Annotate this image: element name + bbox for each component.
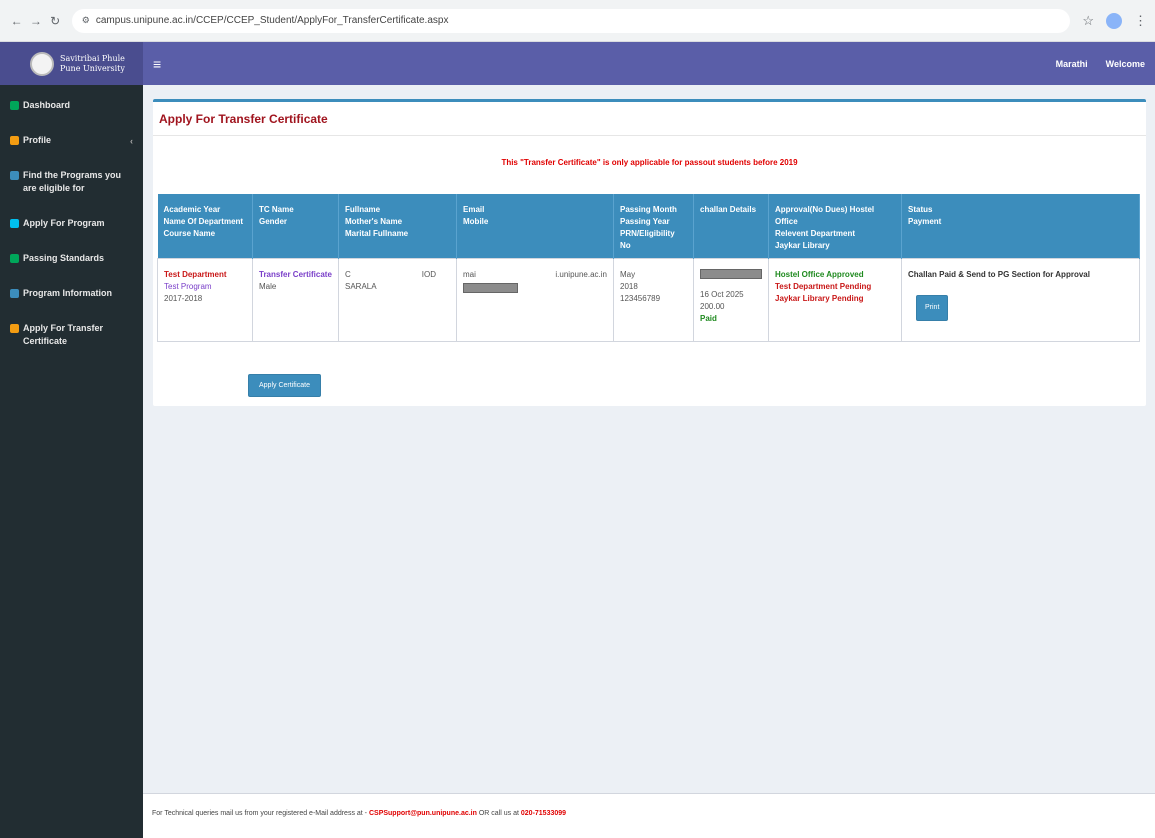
- student-fullname: C IOD: [345, 269, 450, 281]
- forward-icon[interactable]: →: [27, 12, 44, 30]
- back-icon[interactable]: ←: [8, 12, 25, 30]
- sidebar-item-apply-program[interactable]: Apply For Program: [0, 211, 143, 236]
- bookmark-star-icon[interactable]: ☆: [1082, 13, 1094, 29]
- passing-year: 2018: [620, 281, 638, 291]
- marathi-link[interactable]: Marathi: [1056, 59, 1088, 69]
- fullname-start: C: [345, 269, 351, 279]
- academic-year: 2017-2018: [164, 293, 203, 303]
- fullname-end: IOD: [421, 269, 436, 279]
- reload-icon[interactable]: ↻: [47, 12, 64, 30]
- dashboard-icon: [10, 101, 19, 110]
- sidebar-item-label: Find the Programs you are eligible for: [23, 170, 122, 193]
- card-divider: [153, 135, 1146, 136]
- eligibility-notice: This "Transfer Certificate" is only appl…: [501, 158, 798, 167]
- university-logo[interactable]: Savitribai Phule Pune University: [0, 42, 143, 85]
- sidebar-item-passing-standards[interactable]: Passing Standards: [0, 246, 143, 271]
- table-row: Test Department Test Program 2017-2018 T…: [157, 257, 1140, 342]
- profile-avatar-icon[interactable]: [1106, 12, 1122, 29]
- support-phone: 020-71533099: [520, 810, 567, 817]
- col-academic: Academic Year Name Of Department Course …: [157, 194, 253, 258]
- university-seal-icon: [30, 51, 54, 76]
- cell-tc-name: Transfer Certificate Male: [252, 257, 339, 342]
- col-challan: challan Details: [693, 194, 769, 258]
- challan-date: 16 Oct 2025: [700, 289, 744, 299]
- student-email: mai i.unipune.ac.in: [463, 269, 607, 281]
- sidebar-item-label: Passing Standards: [23, 253, 105, 263]
- edit-icon: [10, 171, 19, 180]
- footer: For Technical queries mail us from your …: [143, 793, 1155, 838]
- url-text: campus.unipune.ac.in/CCEP/CCEP_Student/A…: [95, 15, 449, 26]
- cell-email: mai i.unipune.ac.in: [456, 257, 614, 342]
- col-email: Email Mobile: [456, 194, 614, 258]
- tc-name: Transfer Certificate: [259, 269, 332, 279]
- col-approval: Approval(No Dues) Hostel Office Relevent…: [768, 194, 902, 258]
- profile-icon: [10, 136, 19, 145]
- sidebar-item-transfer-certificate[interactable]: Apply For Transfer Certificate: [0, 316, 143, 354]
- library-status: Jaykar Library Pending: [775, 293, 864, 303]
- hamburger-menu-icon[interactable]: ≡: [153, 56, 161, 72]
- support-email-link[interactable]: CSPSupport@pun.unipune.ac.in: [369, 810, 477, 817]
- sidebar-item-label: Apply For Transfer Certificate: [23, 323, 104, 346]
- footer-text: For Technical queries mail us from your …: [152, 810, 368, 817]
- sidebar-item-label: Dashboard: [23, 100, 71, 110]
- hostel-status: Hostel Office Approved: [775, 269, 864, 279]
- email-start: mai: [463, 269, 476, 279]
- col-tc-name: TC Name Gender: [252, 194, 339, 258]
- col-passing: Passing Month Passing Year PRN/Eligibili…: [613, 194, 694, 258]
- gender: Male: [259, 281, 277, 291]
- standards-icon: [10, 254, 19, 263]
- cell-passing: May 2018 123456789: [613, 257, 694, 342]
- chevron-left-icon: ‹: [130, 136, 133, 146]
- redacted-challan-number: [700, 268, 762, 279]
- sidebar: Dashboard Profile ‹ Find the Programs yo…: [0, 85, 143, 838]
- certificate-table: Academic Year Name Of Department Course …: [157, 194, 1140, 342]
- sidebar-item-label: Program Information: [23, 288, 113, 298]
- mother-name: SARALA: [345, 281, 377, 291]
- cell-fullname: C IOD SARALA: [338, 257, 457, 342]
- department-name: Test Department: [164, 269, 227, 279]
- sidebar-item-profile[interactable]: Profile ‹: [0, 128, 143, 153]
- address-bar[interactable]: ⚙ campus.unipune.ac.in/CCEP/CCEP_Student…: [71, 8, 1071, 33]
- welcome-link[interactable]: Welcome: [1106, 59, 1145, 69]
- apply-icon: [10, 219, 19, 228]
- program-name: Test Program: [164, 281, 212, 291]
- print-button[interactable]: Print: [916, 294, 949, 321]
- passing-month: May: [620, 269, 636, 279]
- main-content: Apply For Transfer Certificate This "Tra…: [143, 85, 1155, 838]
- site-info-icon[interactable]: ⚙: [82, 15, 90, 26]
- col-status: Status Payment: [901, 194, 1140, 258]
- sidebar-item-label: Apply For Program: [23, 218, 105, 228]
- status-text: Challan Paid & Send to PG Section for Ap…: [908, 269, 1090, 279]
- certificate-icon: [10, 324, 19, 333]
- footer-or-call: OR call us at: [478, 810, 519, 817]
- apply-certificate-button[interactable]: Apply Certificate: [248, 374, 321, 397]
- info-icon: [10, 289, 19, 298]
- challan-amount: 200.00: [700, 301, 725, 311]
- page-title: Apply For Transfer Certificate: [159, 112, 328, 126]
- browser-menu-icon[interactable]: ⋮: [1134, 13, 1147, 29]
- cell-approval: Hostel Office Approved Test Department P…: [768, 257, 902, 342]
- redacted-mobile: [463, 282, 518, 293]
- sidebar-item-label: Profile: [23, 135, 52, 145]
- cell-status: Challan Paid & Send to PG Section for Ap…: [901, 257, 1140, 342]
- sidebar-item-find-programs[interactable]: Find the Programs you are eligible for: [0, 163, 143, 201]
- table-header-row: Academic Year Name Of Department Course …: [157, 194, 1140, 258]
- challan-status: Paid: [700, 313, 717, 323]
- top-navbar: ≡ Marathi Welcome: [143, 42, 1155, 85]
- email-end: i.unipune.ac.in: [555, 269, 607, 279]
- sidebar-item-dashboard[interactable]: Dashboard: [0, 93, 143, 118]
- cell-academic: Test Department Test Program 2017-2018: [157, 257, 253, 342]
- department-status: Test Department Pending: [775, 281, 872, 291]
- cell-challan: 16 Oct 2025 200.00 Paid: [693, 257, 769, 342]
- logo-line-1: Savitribai Phule: [60, 53, 125, 63]
- sidebar-item-program-information[interactable]: Program Information: [0, 281, 143, 306]
- logo-line-2: Pune University: [60, 63, 125, 73]
- col-fullname: Fullname Mother's Name Marital Fullname: [338, 194, 457, 258]
- browser-toolbar: ← → ↻ ⚙ campus.unipune.ac.in/CCEP/CCEP_S…: [0, 0, 1155, 42]
- transfer-certificate-card: Apply For Transfer Certificate This "Tra…: [153, 99, 1146, 406]
- prn-number: 123456789: [620, 293, 661, 303]
